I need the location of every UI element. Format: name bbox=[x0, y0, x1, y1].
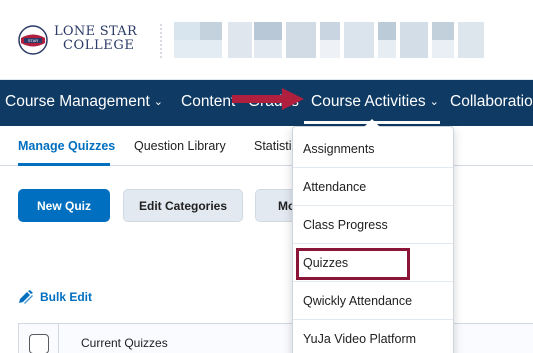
redacted-course-title bbox=[174, 22, 504, 60]
nav-collaboration-label: Collaboration bbox=[450, 93, 533, 110]
nav-course-management[interactable]: Course Management ⌄ bbox=[5, 93, 163, 111]
new-quiz-button[interactable]: New Quiz bbox=[18, 189, 110, 222]
course-activities-menu: Assignments Attendance Class Progress Qu… bbox=[292, 126, 454, 353]
menu-item-qwickly-attendance[interactable]: Qwickly Attendance bbox=[293, 282, 453, 320]
nav-course-management-label: Course Management bbox=[5, 93, 150, 110]
logo-badge-text: STAR bbox=[28, 38, 38, 43]
bulk-edit-link[interactable]: Bulk Edit bbox=[18, 290, 92, 304]
logo-line-2: COLLEGE bbox=[63, 38, 135, 53]
star-logo-icon: STAR bbox=[18, 25, 48, 55]
site-header: STAR LONE STAR COLLEGE bbox=[0, 0, 533, 80]
lone-star-college-logo[interactable]: STAR LONE STAR COLLEGE bbox=[18, 23, 148, 57]
nav-content[interactable]: Content bbox=[181, 93, 235, 111]
quiz-table-header: Current Quizzes bbox=[18, 323, 533, 353]
nav-course-activities[interactable]: Course Activities ⌄ bbox=[311, 93, 439, 111]
bulk-edit-label: Bulk Edit bbox=[40, 290, 93, 304]
logo-line-1: LONE STAR bbox=[54, 24, 138, 39]
pencil-icon bbox=[19, 290, 33, 304]
quizzes-highlight-annotation bbox=[296, 248, 410, 280]
select-all-checkbox[interactable] bbox=[29, 334, 49, 353]
nav-course-activities-label: Course Activities bbox=[311, 93, 426, 110]
tab-active-indicator bbox=[18, 163, 110, 166]
header-divider bbox=[160, 24, 162, 58]
select-all-cell bbox=[19, 324, 59, 353]
nav-collaboration[interactable]: Collaboration bbox=[450, 93, 533, 111]
menu-item-class-progress[interactable]: Class Progress bbox=[293, 206, 453, 244]
annotation-arrow-icon bbox=[232, 88, 304, 110]
menu-item-assignments[interactable]: Assignments bbox=[293, 130, 453, 168]
menu-item-attendance[interactable]: Attendance bbox=[293, 168, 453, 206]
menu-item-yuja-video-platform[interactable]: YuJa Video Platform bbox=[293, 320, 453, 353]
dropdown-caret-icon bbox=[364, 119, 380, 127]
current-quizzes-header: Current Quizzes bbox=[81, 336, 168, 350]
tab-question-library[interactable]: Question Library bbox=[134, 139, 226, 153]
chevron-down-icon: ⌄ bbox=[153, 96, 163, 108]
nav-content-label: Content bbox=[181, 93, 236, 110]
tab-manage-quizzes[interactable]: Manage Quizzes bbox=[18, 139, 115, 153]
chevron-down-icon: ⌄ bbox=[429, 96, 439, 108]
logo-wordmark: LONE STAR COLLEGE bbox=[54, 25, 137, 53]
edit-categories-button[interactable]: Edit Categories bbox=[123, 189, 243, 222]
